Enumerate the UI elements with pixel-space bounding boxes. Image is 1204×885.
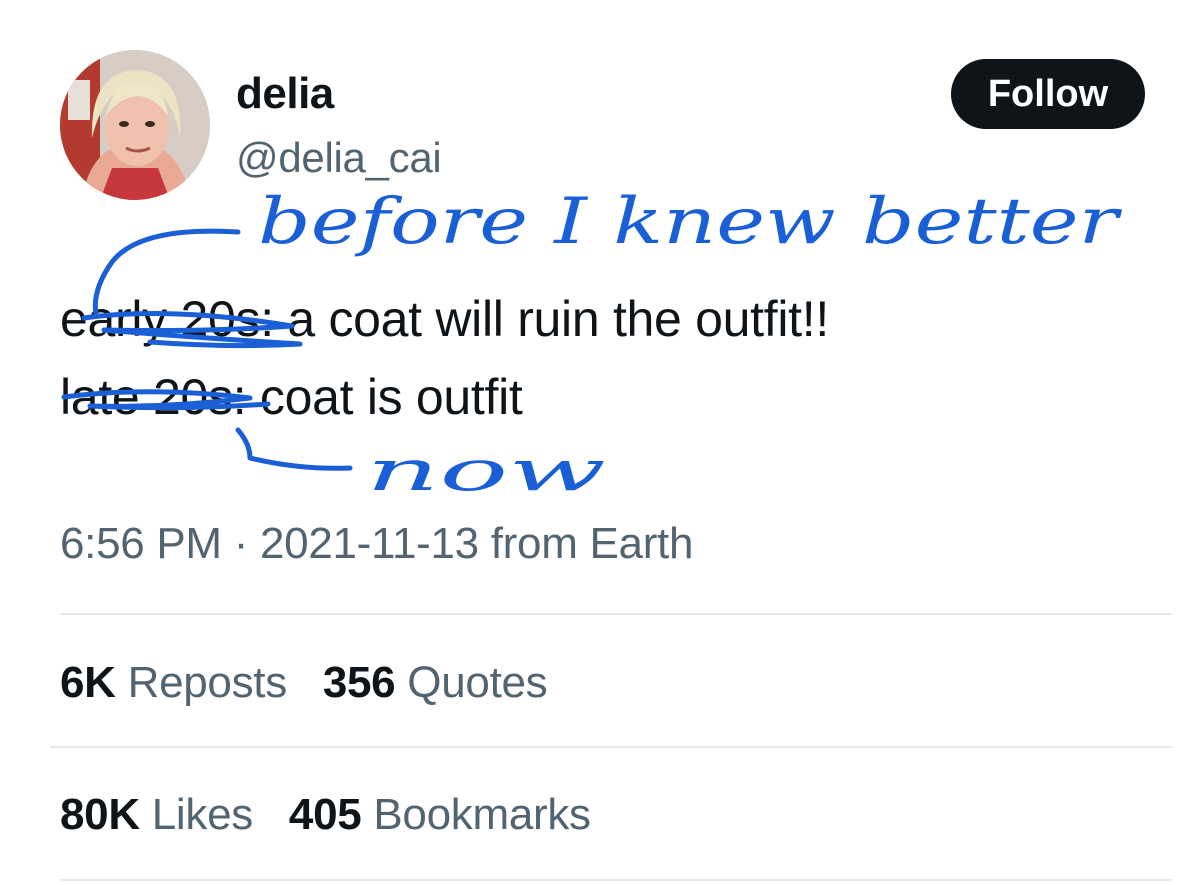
divider (60, 613, 1172, 615)
quotes-count: 356 (322, 658, 396, 707)
user-handle[interactable]: @delia_cai (236, 133, 442, 183)
reposts-count: 6K (60, 658, 116, 707)
tweet-date[interactable]: 2021-11-13 (260, 519, 479, 568)
reposts-label: Reposts (127, 658, 288, 707)
likes-count: 80K (60, 790, 140, 839)
bookmarks-stat[interactable]: 405 Bookmarks (289, 789, 591, 841)
annotation-arrow-bottom (235, 427, 353, 471)
handwritten-note-below: now (366, 439, 606, 504)
divider (50, 746, 1172, 748)
avatar[interactable] (60, 50, 210, 200)
crossed-out-prefix: early 20s (60, 291, 261, 347)
tweet-text: : a coat will ruin the outfit!! (260, 291, 829, 347)
profile-photo-icon (60, 50, 210, 200)
quotes-label: Quotes (407, 658, 548, 707)
engagement-row-2: 80K Likes 405 Bookmarks (60, 789, 615, 841)
handwritten-note-above: before I knew better (258, 185, 1122, 259)
meta-separator: · (233, 519, 249, 568)
tweet-time[interactable]: 6:56 PM (60, 519, 222, 568)
divider (60, 879, 1172, 881)
follow-button[interactable]: Follow (951, 59, 1145, 129)
bookmarks-count: 405 (288, 790, 362, 839)
quotes-stat[interactable]: 356 Quotes (323, 657, 548, 709)
display-name[interactable]: delia (236, 68, 334, 120)
tweet-line-1: early 20s: a coat will ruin the outfit!! (60, 289, 829, 349)
reposts-stat[interactable]: 6K Reposts (60, 657, 287, 709)
likes-label: Likes (151, 790, 254, 839)
engagement-row-1: 6K Reposts 356 Quotes (60, 657, 571, 709)
tweet-line-2: late 20s: coat is outfit (60, 367, 523, 427)
tweet-text: : coat is outfit (232, 369, 523, 425)
crossed-out-prefix: late 20s (60, 369, 233, 425)
likes-stat[interactable]: 80K Likes (60, 789, 253, 841)
tweet-source: from Earth (490, 519, 694, 568)
bookmarks-label: Bookmarks (373, 790, 591, 839)
tweet-timestamp: 6:56 PM · 2021-11-13 from Earth (60, 518, 693, 570)
